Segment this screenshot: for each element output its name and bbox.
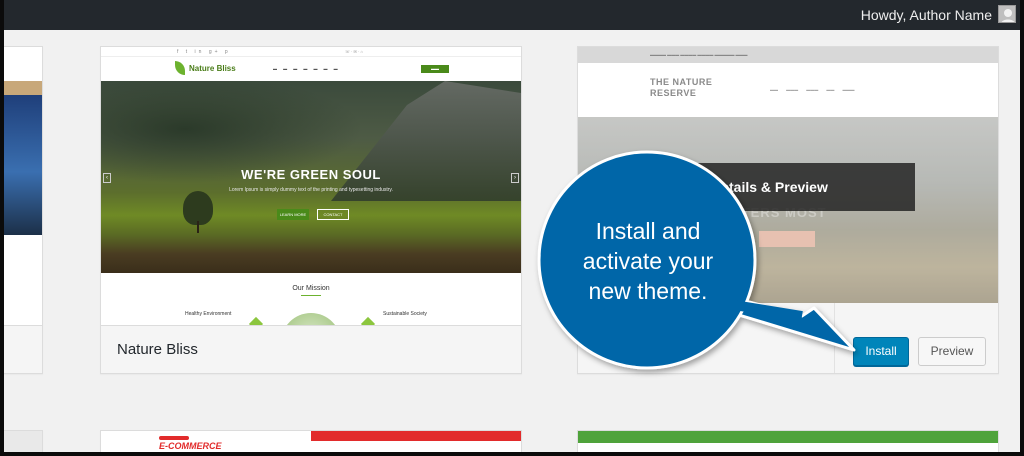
preview-logo: THE NATURE RESERVE [650, 77, 713, 98]
preview-nav: Nature Bliss ▬ ▬ ▬ ▬ ▬ ▬ ▬ ▬▬ [101, 57, 521, 81]
preview-button[interactable]: Preview [918, 337, 986, 366]
install-button[interactable]: Install [853, 337, 909, 366]
contact-info: ☏ · ✉ · ⌂ [345, 49, 363, 54]
theme-card-nature-reserve[interactable]: ▬▬▬▬ ▬▬▬ ▬▬▬▬ ▬▬▬▬ ▬▬▬▬▬ ▬▬▬ THE NATURE … [577, 46, 999, 374]
social-icons: f t in g+ p [177, 49, 231, 55]
account-greeting[interactable]: Howdy, Author Name [861, 7, 992, 23]
preview-tagline: Lorem Ipsum is simply dummy text of the … [229, 187, 393, 193]
preview-menu: ▬▬ ▬▬▬ ▬▬▬ ▬▬ ▬▬▬ [770, 87, 855, 92]
preview-logo: E-COMMERCE [159, 441, 222, 451]
tree-graphic [183, 191, 213, 225]
admin-bar: Howdy, Author Name [4, 0, 1020, 30]
theme-browser: Howdy, Author Name f t in g+ p ☏ · ✉ · ⌂… [4, 0, 1020, 452]
chevron-right-icon: › [511, 173, 519, 183]
preview-hero: WE'RE GREEN SOUL Lorem Ipsum is simply d… [101, 81, 521, 273]
preview-menu: ▬ ▬ ▬ ▬ ▬ ▬ ▬ [273, 66, 338, 71]
theme-card-green-partial[interactable] [577, 430, 999, 452]
theme-card-partial-left[interactable] [4, 46, 43, 374]
user-icon [1001, 9, 1015, 22]
preview-secondary-cta: CONTACT [317, 209, 349, 220]
preview-primary-cta: LEARN MORE [277, 209, 309, 220]
theme-screenshot: f t in g+ p ☏ · ✉ · ⌂ Nature Bliss ▬ ▬ ▬… [101, 47, 521, 327]
preview-feature-2: Sustainable Society [383, 311, 427, 317]
preview-feature-1: Healthy Environment [185, 311, 232, 317]
preview-cta [759, 231, 815, 247]
preview-section-title: Our Mission [292, 285, 330, 292]
preview-donate-button: ▬▬ [421, 65, 449, 73]
avatar[interactable] [998, 5, 1016, 23]
callout-text: Install and activate your new theme. [582, 218, 714, 304]
preview-logo: Nature Bliss [189, 64, 236, 73]
theme-name: Nature Bliss [117, 341, 198, 358]
details-preview-overlay[interactable]: Details & Preview [624, 163, 915, 211]
leaf-icon [175, 61, 185, 75]
theme-card-ecommerce[interactable]: E-COMMERCE [100, 430, 522, 452]
theme-card-partial-bottom-left[interactable] [4, 430, 43, 452]
preview-headline: WE'RE GREEN SOUL [241, 167, 381, 182]
theme-card-nature-bliss[interactable]: f t in g+ p ☏ · ✉ · ⌂ Nature Bliss ▬ ▬ ▬… [100, 46, 522, 374]
chevron-left-icon: ‹ [103, 173, 111, 183]
theme-screenshot [4, 47, 42, 327]
theme-footer: Nature Bliss [101, 325, 521, 373]
theme-footer [4, 325, 42, 373]
